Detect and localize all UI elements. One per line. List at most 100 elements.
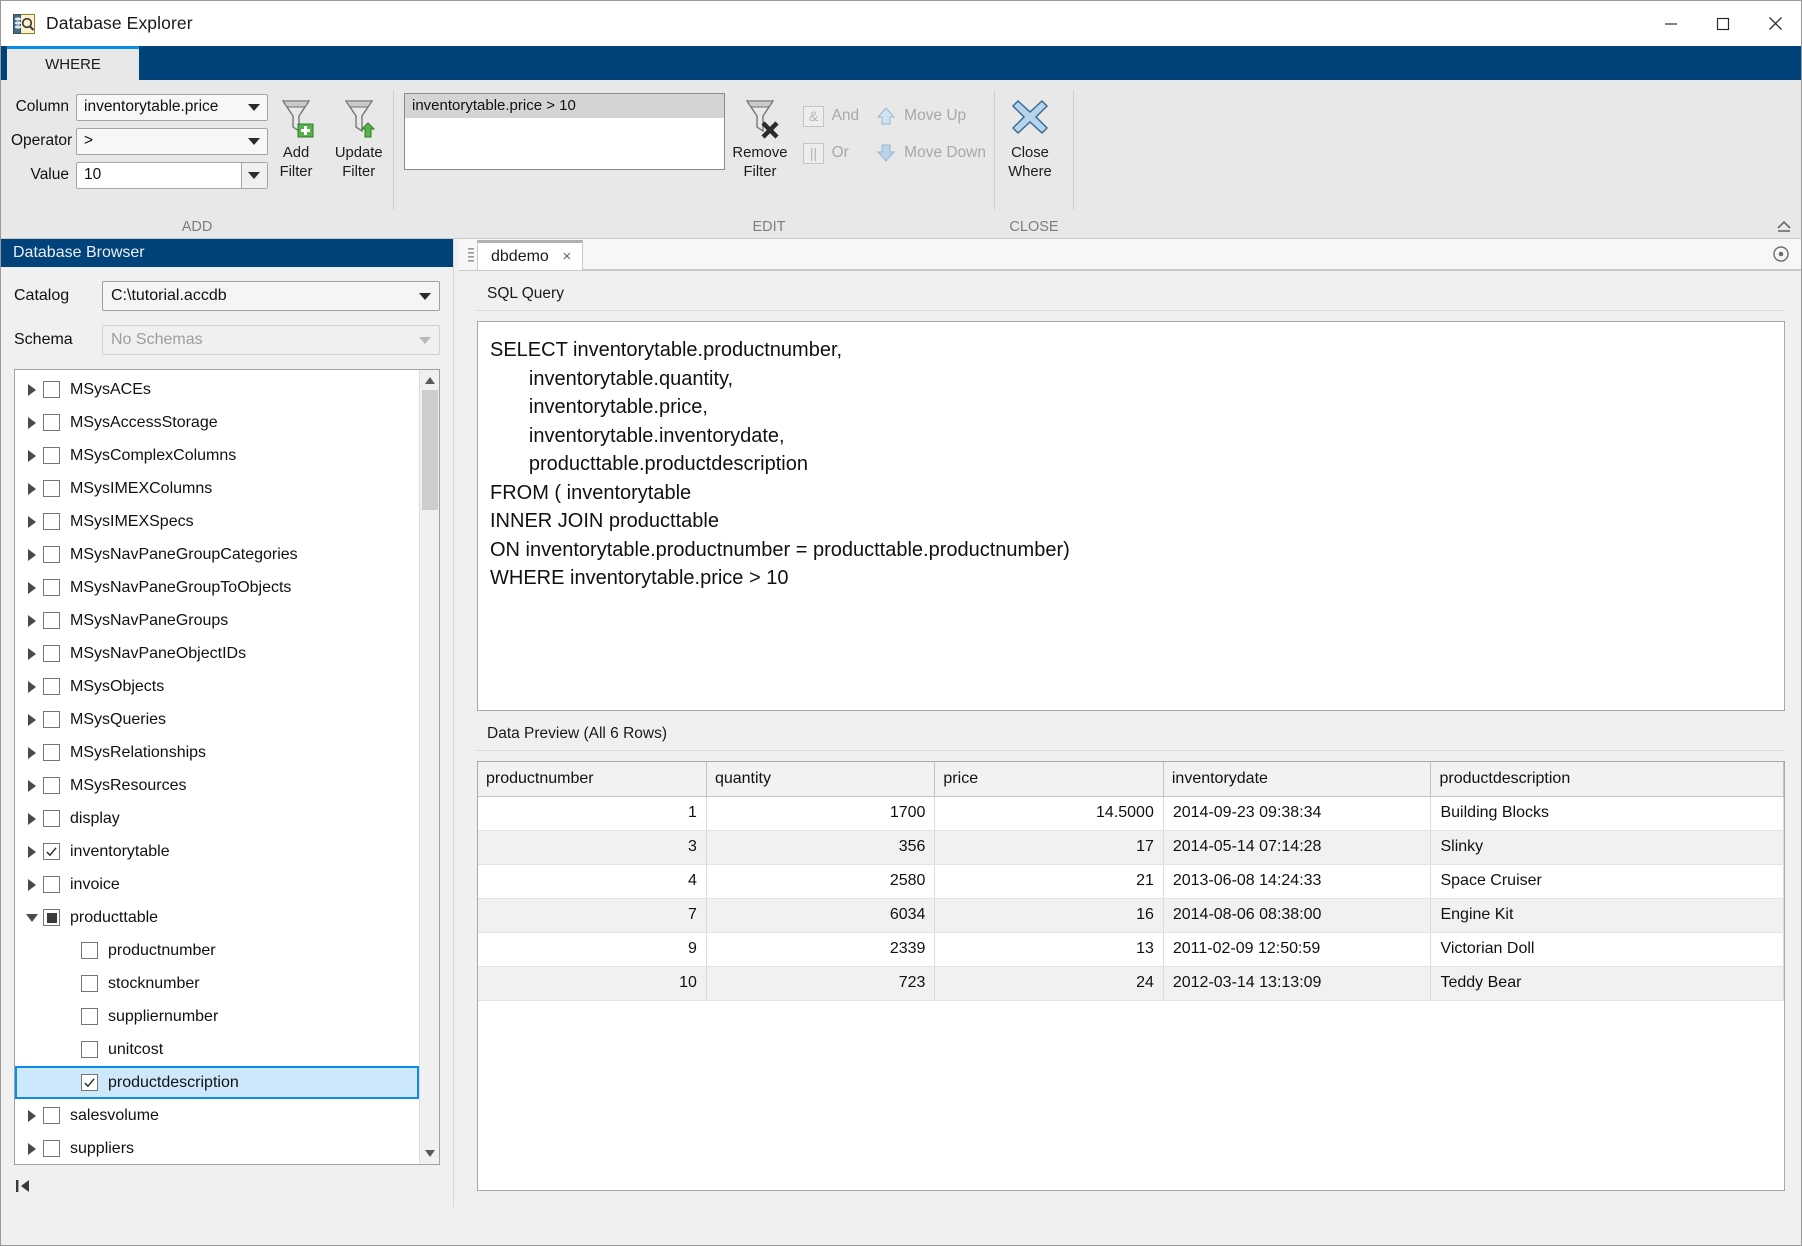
tree-item-checkbox[interactable] xyxy=(43,612,60,629)
close-button[interactable] xyxy=(1749,1,1801,46)
tree-item-msysrelationships[interactable]: MSysRelationships xyxy=(15,736,419,769)
filter-list[interactable]: inventorytable.price > 10 xyxy=(404,93,725,170)
scroll-up-button[interactable] xyxy=(421,372,439,390)
tree-item-checkbox[interactable] xyxy=(43,1107,60,1124)
close-icon[interactable]: × xyxy=(560,248,574,265)
catalog-select[interactable]: C:\tutorial.accdb xyxy=(102,281,440,311)
tree-item-salesvolume[interactable]: salesvolume xyxy=(15,1099,419,1132)
tree-item-producttable[interactable]: producttable xyxy=(15,901,419,934)
chevron-right-icon[interactable] xyxy=(21,472,43,505)
value-input[interactable]: 10 xyxy=(76,162,268,189)
tree-item-checkbox[interactable] xyxy=(43,843,60,860)
tree-item-msysimexspecs[interactable]: MSysIMEXSpecs xyxy=(15,505,419,538)
chevron-right-icon[interactable] xyxy=(21,1132,43,1164)
tree-item-checkbox[interactable] xyxy=(81,1041,98,1058)
tree-item-checkbox[interactable] xyxy=(43,678,60,695)
chevron-right-icon[interactable] xyxy=(21,538,43,571)
chevron-right-icon[interactable] xyxy=(21,1099,43,1132)
tree-item-msysaccessstorage[interactable]: MSysAccessStorage xyxy=(15,406,419,439)
table-row[interactable]: 10723242012-03-14 13:13:09Teddy Bear xyxy=(478,966,1784,1000)
scroll-down-button[interactable] xyxy=(421,1144,439,1162)
chevron-right-icon[interactable] xyxy=(21,571,43,604)
minimize-button[interactable] xyxy=(1645,1,1697,46)
close-where-button[interactable]: Close Where xyxy=(995,80,1065,182)
tree-item-checkbox[interactable] xyxy=(43,381,60,398)
tree-item-checkbox[interactable] xyxy=(43,744,60,761)
tree-item-suppliernumber[interactable]: suppliernumber xyxy=(15,1000,419,1033)
chevron-right-icon[interactable] xyxy=(21,802,43,835)
tree-item-checkbox[interactable] xyxy=(43,645,60,662)
tree-item-invoice[interactable]: invoice xyxy=(15,868,419,901)
tree-item-checkbox[interactable] xyxy=(43,480,60,497)
grid-column-header-productdescription[interactable]: productdescription xyxy=(1431,762,1784,796)
tree-item-productnumber[interactable]: productnumber xyxy=(15,934,419,967)
tree-item-checkbox[interactable] xyxy=(43,1140,60,1157)
tree-item-checkbox[interactable] xyxy=(43,546,60,563)
tree-item-msysnavpaneobjectids[interactable]: MSysNavPaneObjectIDs xyxy=(15,637,419,670)
tree-item-display[interactable]: display xyxy=(15,802,419,835)
tree-item-msysqueries[interactable]: MSysQueries xyxy=(15,703,419,736)
tree-item-checkbox[interactable] xyxy=(81,942,98,959)
grid-column-header-price[interactable]: price xyxy=(935,762,1163,796)
table-row[interactable]: 42580212013-06-08 14:24:33Space Cruiser xyxy=(478,864,1784,898)
tree-item-unitcost[interactable]: unitcost xyxy=(15,1033,419,1066)
or-button[interactable]: || Or xyxy=(795,140,868,166)
document-tab-dbdemo[interactable]: dbdemo × xyxy=(477,240,583,270)
sql-query-editor[interactable]: SELECT inventorytable.productnumber, inv… xyxy=(477,321,1785,711)
tree-item-msysimexcolumns[interactable]: MSysIMEXColumns xyxy=(15,472,419,505)
chevron-right-icon[interactable] xyxy=(21,769,43,802)
tab-grip-icon[interactable] xyxy=(465,242,477,270)
move-up-button[interactable]: Move Up xyxy=(867,103,994,129)
chevron-right-icon[interactable] xyxy=(21,637,43,670)
tree-item-checkbox[interactable] xyxy=(81,1008,98,1025)
grid-column-header-productnumber[interactable]: productnumber xyxy=(478,762,706,796)
tree-scroll-thumb[interactable] xyxy=(422,390,438,510)
tree-item-msysnavpanegroups[interactable]: MSysNavPaneGroups xyxy=(15,604,419,637)
tree-item-checkbox[interactable] xyxy=(43,414,60,431)
table-row[interactable]: 92339132011-02-09 12:50:59Victorian Doll xyxy=(478,932,1784,966)
chevron-right-icon[interactable] xyxy=(21,406,43,439)
tree-item-checkbox[interactable] xyxy=(43,810,60,827)
remove-filter-button[interactable]: Remove Filter xyxy=(725,80,794,182)
column-select[interactable]: inventorytable.price xyxy=(76,94,268,121)
add-filter-button[interactable]: Add Filter xyxy=(268,80,325,182)
data-preview-grid-container[interactable]: productnumberquantitypriceinventorydatep… xyxy=(477,761,1785,1191)
move-down-button[interactable]: Move Down xyxy=(867,140,994,166)
grid-column-header-inventorydate[interactable]: inventorydate xyxy=(1163,762,1431,796)
tab-options-icon[interactable] xyxy=(1771,244,1791,264)
collapse-panel-icon[interactable] xyxy=(15,1176,37,1196)
tree-item-checkbox[interactable] xyxy=(81,975,98,992)
chevron-right-icon[interactable] xyxy=(21,670,43,703)
chevron-down-icon[interactable] xyxy=(241,163,267,188)
chevron-right-icon[interactable] xyxy=(21,703,43,736)
tree-item-checkbox[interactable] xyxy=(43,876,60,893)
tree-item-msysnavpanegroupcategories[interactable]: MSysNavPaneGroupCategories xyxy=(15,538,419,571)
tree-item-msyscomplexcolumns[interactable]: MSysComplexColumns xyxy=(15,439,419,472)
tree-item-suppliers[interactable]: suppliers xyxy=(15,1132,419,1164)
chevron-right-icon[interactable] xyxy=(21,373,43,406)
tree-item-checkbox[interactable] xyxy=(81,1074,98,1091)
chevron-right-icon[interactable] xyxy=(21,439,43,472)
tree-item-msysobjects[interactable]: MSysObjects xyxy=(15,670,419,703)
and-button[interactable]: & And xyxy=(795,103,868,129)
tree-item-inventorytable[interactable]: inventorytable xyxy=(15,835,419,868)
tree-item-checkbox[interactable] xyxy=(43,711,60,728)
operator-select[interactable]: > xyxy=(76,128,268,155)
chevron-down-icon[interactable] xyxy=(21,901,43,934)
table-row[interactable]: 76034162014-08-06 08:38:00Engine Kit xyxy=(478,898,1784,932)
update-filter-button[interactable]: Update Filter xyxy=(324,80,393,182)
tree-item-stocknumber[interactable]: stocknumber xyxy=(15,967,419,1000)
tree-item-checkbox[interactable] xyxy=(43,777,60,794)
collapse-ribbon-icon[interactable] xyxy=(1775,218,1793,234)
database-tree[interactable]: MSysACEsMSysAccessStorageMSysComplexColu… xyxy=(15,370,419,1164)
table-row[interactable]: 1170014.50002014-09-23 09:38:34Building … xyxy=(478,796,1784,830)
tree-item-msysnavpanegrouptoobjects[interactable]: MSysNavPaneGroupToObjects xyxy=(15,571,419,604)
schema-select[interactable]: No Schemas xyxy=(102,325,440,355)
tree-item-checkbox[interactable] xyxy=(43,447,60,464)
tab-where[interactable]: WHERE xyxy=(7,46,139,80)
chevron-right-icon[interactable] xyxy=(21,604,43,637)
chevron-right-icon[interactable] xyxy=(21,736,43,769)
filter-list-item[interactable]: inventorytable.price > 10 xyxy=(405,94,724,118)
chevron-right-icon[interactable] xyxy=(21,835,43,868)
table-row[interactable]: 3356172014-05-14 07:14:28Slinky xyxy=(478,830,1784,864)
